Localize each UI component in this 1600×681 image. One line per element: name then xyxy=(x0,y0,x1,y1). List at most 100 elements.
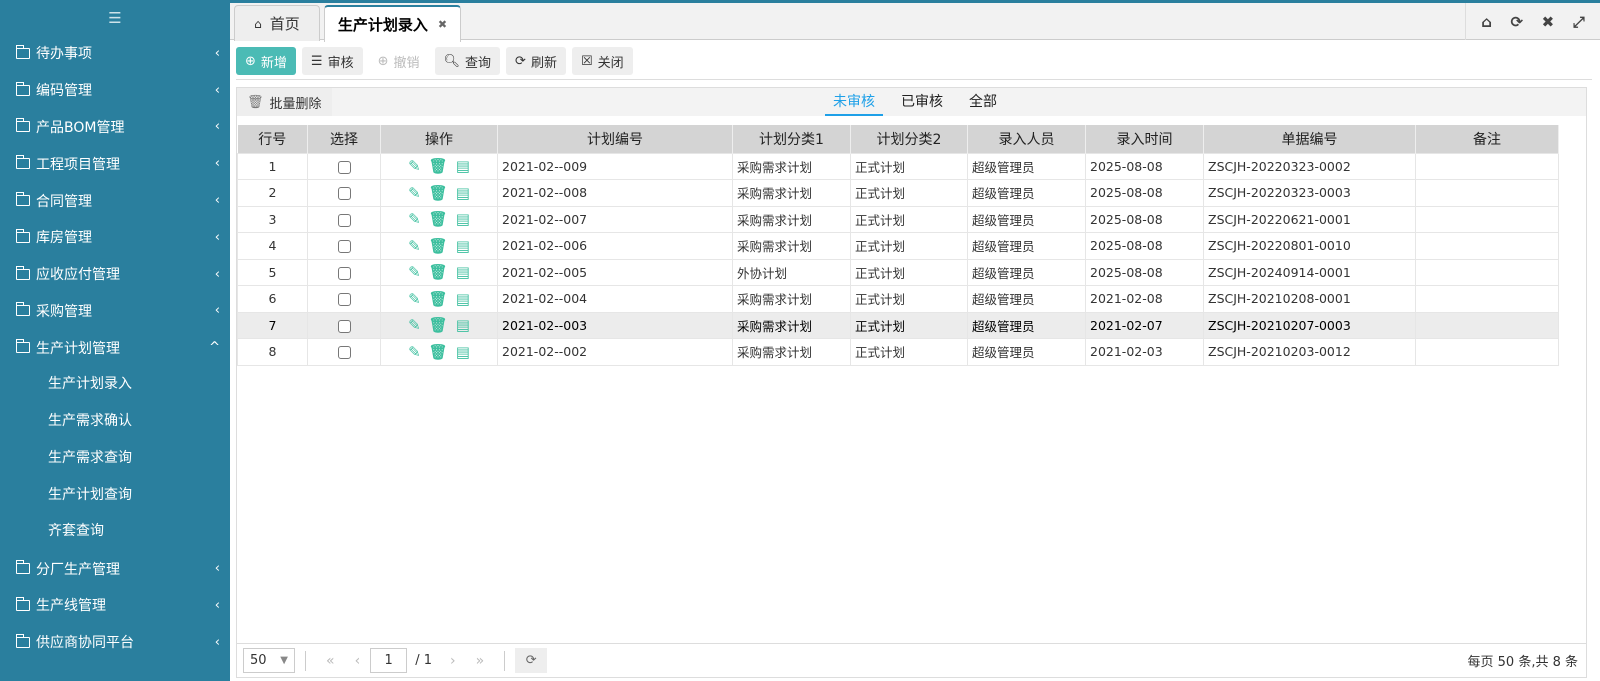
first-page-icon[interactable]: « xyxy=(326,653,335,669)
table-row[interactable]: 1 ✎ 🗑︎ ▤ 2021-02--009 采购需求计划 正式计划 超级管理员 2025-08-… xyxy=(237,152,1559,180)
sidebar-menu-item[interactable]: 待办事项 ‹ xyxy=(0,35,230,72)
add-button[interactable]: ⊕ 新增 xyxy=(236,47,296,75)
document-icon[interactable]: ▤ xyxy=(456,290,470,308)
sidebar-menu-item[interactable]: 工程项目管理 ‹ xyxy=(0,145,230,182)
batch-delete-button[interactable]: 🗑︎ 批量删除 xyxy=(237,88,332,116)
table-row[interactable]: 5 ✎ 🗑︎ ▤ 2021-02--005 外协计划 正式计划 超级管理员 2025-08-08… xyxy=(237,258,1559,286)
query-button[interactable]: 🔍︎ 查询 xyxy=(434,47,501,75)
row-checkbox[interactable] xyxy=(337,319,351,333)
sidebar-menu-item[interactable]: 编码管理 ‹ xyxy=(0,72,230,109)
row-checkbox[interactable] xyxy=(337,160,351,174)
table-row[interactable]: 3 ✎ 🗑︎ ▤ 2021-02--007 采购需求计划 正式计划 超级管理员 2025-08-… xyxy=(237,205,1559,233)
edit-icon[interactable]: ✎ xyxy=(408,316,421,334)
row-checkbox[interactable] xyxy=(337,213,351,227)
document-icon[interactable]: ▤ xyxy=(456,237,470,255)
home-icon: ⌂ xyxy=(254,16,262,31)
column-header[interactable]: 备注 xyxy=(1415,125,1559,153)
edit-icon[interactable]: ✎ xyxy=(408,210,421,228)
edit-icon[interactable]: ✎ xyxy=(408,237,421,255)
edit-icon[interactable]: ✎ xyxy=(408,290,421,308)
column-header[interactable]: 录入人员 xyxy=(967,125,1086,153)
tab-audited[interactable]: 已审核 xyxy=(893,88,951,116)
sidebar-menu-item[interactable]: 采购管理 ‹ xyxy=(0,293,230,330)
trash-icon[interactable]: 🗑︎ xyxy=(429,343,448,361)
column-header[interactable]: 操作 xyxy=(380,125,498,153)
edit-icon[interactable]: ✎ xyxy=(408,157,421,175)
tab-home[interactable]: ⌂ 首页 xyxy=(234,5,320,41)
trash-icon[interactable]: 🗑︎ xyxy=(429,316,448,334)
pager-refresh-button[interactable]: ⟳ xyxy=(515,648,548,673)
page-size-select[interactable]: 50 ▼ xyxy=(243,648,295,673)
table-row[interactable]: 4 ✎ 🗑︎ ▤ 2021-02--006 采购需求计划 正式计划 超级管理员 2025-08-… xyxy=(237,232,1559,260)
row-checkbox[interactable] xyxy=(337,346,351,360)
row-checkbox[interactable] xyxy=(337,187,351,201)
refresh-button[interactable]: ⟳ 刷新 xyxy=(506,47,566,75)
sidebar-menu-item[interactable]: 供应商协同平台 ‹ xyxy=(0,624,230,661)
column-header[interactable]: 行号 xyxy=(237,125,308,153)
trash-icon[interactable]: 🗑︎ xyxy=(429,184,448,202)
row-checkbox[interactable] xyxy=(337,293,351,307)
folder-icon xyxy=(15,44,30,59)
row-checkbox-cell xyxy=(307,285,381,313)
table-row[interactable]: 7 ✎ 🗑︎ ▤ 2021-02--003 采购需求计划 正式计划 超级管理员 2021-02-… xyxy=(237,311,1559,339)
next-page-icon[interactable]: › xyxy=(450,653,456,669)
column-header[interactable]: 计划分类1 xyxy=(732,125,851,153)
table-row[interactable]: 2 ✎ 🗑︎ ▤ 2021-02--008 采购需求计划 正式计划 超级管理员 2025-08-… xyxy=(237,179,1559,207)
edit-icon[interactable]: ✎ xyxy=(408,263,421,281)
trash-icon[interactable]: 🗑︎ xyxy=(429,237,448,255)
sidebar-collapse-icon[interactable]: ☰ xyxy=(0,3,230,35)
remarks xyxy=(1415,285,1559,313)
sidebar-menu-item[interactable]: 生产线管理 ‹ xyxy=(0,587,230,624)
sidebar-subitem[interactable]: 生产需求查询 xyxy=(0,440,230,477)
sidebar-menu-item[interactable]: 应收应付管理 ‹ xyxy=(0,256,230,293)
sidebar-subitem[interactable]: 生产需求确认 xyxy=(0,403,230,440)
last-page-icon[interactable]: » xyxy=(476,653,485,669)
column-header[interactable]: 单据编号 xyxy=(1203,125,1416,153)
close-button[interactable]: ☒ 关闭 xyxy=(571,47,633,75)
column-header[interactable]: 选择 xyxy=(307,125,381,153)
row-checkbox[interactable] xyxy=(337,266,351,280)
document-icon[interactable]: ▤ xyxy=(456,316,470,334)
document-icon[interactable]: ▤ xyxy=(456,263,470,281)
plan-number: 2021-02--003 xyxy=(497,311,733,339)
close-tab-icon[interactable]: ✖ xyxy=(438,18,447,31)
document-icon[interactable]: ▤ xyxy=(456,157,470,175)
column-header[interactable]: 录入时间 xyxy=(1085,125,1204,153)
tab-all[interactable]: 全部 xyxy=(961,88,1005,116)
table-row[interactable]: 6 ✎ 🗑︎ ▤ 2021-02--004 采购需求计划 正式计划 超级管理员 2021-02-… xyxy=(237,285,1559,313)
fullscreen-icon[interactable]: ⤢ xyxy=(1573,13,1585,31)
close-icon[interactable]: ✖ xyxy=(1542,13,1555,31)
trash-icon[interactable]: 🗑︎ xyxy=(429,290,448,308)
sidebar-subitem[interactable]: 生产计划录入 xyxy=(0,366,230,403)
entered-by: 超级管理员 xyxy=(967,338,1086,366)
edit-icon[interactable]: ✎ xyxy=(408,184,421,202)
document-icon[interactable]: ▤ xyxy=(456,343,470,361)
row-checkbox-cell xyxy=(307,179,381,207)
home-icon[interactable]: ⌂ xyxy=(1481,13,1492,31)
document-icon[interactable]: ▤ xyxy=(456,184,470,202)
row-checkbox[interactable] xyxy=(337,240,351,254)
sidebar-menu-item[interactable]: 合同管理 ‹ xyxy=(0,182,230,219)
panel-header: 🗑︎ 批量删除 未审核 已审核 全部 xyxy=(237,88,1586,116)
tab-unaudited[interactable]: 未审核 xyxy=(825,88,883,116)
trash-icon[interactable]: 🗑︎ xyxy=(429,263,448,281)
column-header[interactable]: 计划分类2 xyxy=(850,125,968,153)
refresh-icon[interactable]: ⟳ xyxy=(1511,13,1524,31)
audit-button[interactable]: ☰ 审核 xyxy=(301,47,363,75)
tab-production-plan-entry[interactable]: 生产计划录入 ✖ xyxy=(324,5,461,42)
sidebar-subitem[interactable]: 齐套查询 xyxy=(0,513,230,550)
sidebar-menu-item[interactable]: 产品BOM管理 ‹ xyxy=(0,109,230,146)
prev-page-icon[interactable]: ‹ xyxy=(355,653,361,669)
table-row[interactable]: 8 ✎ 🗑︎ ▤ 2021-02--002 采购需求计划 正式计划 超级管理员 2021-02-… xyxy=(237,338,1559,366)
trash-icon[interactable]: 🗑︎ xyxy=(429,157,448,175)
sidebar-subitem[interactable]: 生产计划查询 xyxy=(0,477,230,514)
sidebar-menu-item[interactable]: 库房管理 ‹ xyxy=(0,219,230,256)
document-icon[interactable]: ▤ xyxy=(456,210,470,228)
trash-icon[interactable]: 🗑︎ xyxy=(429,210,448,228)
column-header[interactable]: 计划编号 xyxy=(497,125,733,153)
edit-icon[interactable]: ✎ xyxy=(408,343,421,361)
sidebar-menu-item[interactable]: 生产计划管理 ^ xyxy=(0,329,230,366)
revoke-button[interactable]: ⊕ 撤销 xyxy=(369,47,429,75)
page-input[interactable]: 1 xyxy=(370,648,408,673)
sidebar-menu-item[interactable]: 分厂生产管理 ‹ xyxy=(0,550,230,587)
